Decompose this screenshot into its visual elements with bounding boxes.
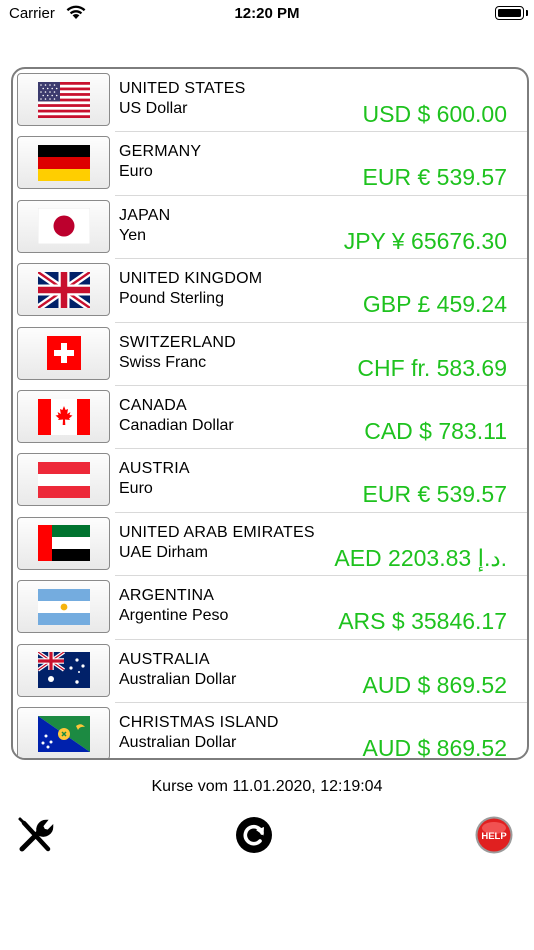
argentina-flag-icon xyxy=(37,588,90,625)
currency-name: UAE Dirham xyxy=(119,543,208,561)
currency-row-aed[interactable]: UNITED ARAB EMIRATES UAE Dirham AED 2203… xyxy=(13,513,527,577)
tools-icon[interactable] xyxy=(14,815,56,857)
country-name: UNITED KINGDOM xyxy=(119,270,263,288)
germany-flag-icon xyxy=(37,144,90,181)
uk-flag-icon xyxy=(37,271,90,308)
help-icon[interactable]: HELP xyxy=(474,815,514,855)
country-name: CHRISTMAS ISLAND xyxy=(119,714,279,731)
currency-row-eur-austria[interactable]: AUSTRIA Euro EUR € 539.57 xyxy=(13,449,527,513)
flag-button-cx[interactable] xyxy=(17,707,110,758)
country-name: AUSTRALIA xyxy=(119,650,210,668)
converted-amount[interactable]: AUD $ 869.52 xyxy=(363,672,507,699)
currency-row-eur-germany[interactable]: GERMANY Euro EUR € 539.57 xyxy=(13,132,527,196)
country-name: SWITZERLAND xyxy=(119,333,236,351)
currency-list[interactable]: UNITED STATES US Dollar USD $ 600.00 GER… xyxy=(11,67,529,760)
flag-button-ae[interactable] xyxy=(17,516,110,570)
flag-button-gb[interactable] xyxy=(17,263,110,317)
country-name: AUSTRIA xyxy=(119,460,190,478)
status-bar: Carrier 12:20 PM xyxy=(0,0,534,30)
country-name: UNITED ARAB EMIRATES xyxy=(119,523,315,541)
converted-amount[interactable]: EUR € 539.57 xyxy=(363,481,507,508)
currency-name: Argentine Peso xyxy=(119,607,229,625)
converted-amount[interactable]: CHF fr. 583.69 xyxy=(357,355,507,382)
currency-name: Australian Dollar xyxy=(119,734,237,751)
country-name: JAPAN xyxy=(119,206,171,224)
flag-button-ch[interactable] xyxy=(17,326,110,380)
converted-amount[interactable]: JPY ¥ 65676.30 xyxy=(344,228,507,255)
us-flag-icon xyxy=(37,81,90,118)
currency-row-gbp[interactable]: UNITED KINGDOM Pound Sterling GBP £ 459.… xyxy=(13,259,527,323)
country-name: UNITED STATES xyxy=(119,80,246,97)
converted-amount[interactable]: EUR € 539.57 xyxy=(363,164,507,191)
australia-flag-icon xyxy=(37,652,90,689)
currency-name: US Dollar xyxy=(119,100,188,117)
currency-row-cad[interactable]: CANADA Canadian Dollar CAD $ 783.11 xyxy=(13,386,527,450)
converted-amount[interactable]: CAD $ 783.11 xyxy=(364,418,507,445)
currency-name: Euro xyxy=(119,480,153,498)
flag-button-ar[interactable] xyxy=(17,580,110,634)
flag-button-ca[interactable] xyxy=(17,390,110,443)
converted-amount[interactable]: AED 2203.83 د.إ. xyxy=(334,545,507,572)
currency-row-ars[interactable]: ARGENTINA Argentine Peso ARS $ 35846.17 xyxy=(13,576,527,640)
currency-name: Pound Sterling xyxy=(119,290,224,308)
currency-name: Euro xyxy=(119,163,153,181)
refresh-icon[interactable] xyxy=(235,816,273,854)
converted-amount[interactable]: AUD $ 869.52 xyxy=(363,735,507,758)
rates-timestamp: Kurse vom 11.01.2020, 12:19:04 xyxy=(151,778,383,795)
currency-name: Australian Dollar xyxy=(119,670,237,688)
battery-icon xyxy=(495,6,524,20)
currency-row-aud-christmas-island[interactable]: CHRISTMAS ISLAND Australian Dollar AUD $… xyxy=(13,703,527,758)
switzerland-flag-icon xyxy=(46,336,81,371)
country-name: GERMANY xyxy=(119,143,202,161)
svg-text:HELP: HELP xyxy=(481,831,507,842)
christmas-island-flag-icon xyxy=(37,715,90,752)
country-name: ARGENTINA xyxy=(119,587,215,605)
flag-button-de[interactable] xyxy=(17,136,110,190)
canada-flag-icon xyxy=(37,398,90,435)
uae-flag-icon xyxy=(37,525,90,562)
flag-button-us[interactable] xyxy=(17,73,110,126)
flag-button-at[interactable] xyxy=(17,453,110,507)
converted-amount[interactable]: GBP £ 459.24 xyxy=(363,291,507,318)
currency-row-aud-australia[interactable]: AUSTRALIA Australian Dollar AUD $ 869.52 xyxy=(13,640,527,703)
flag-button-jp[interactable] xyxy=(17,199,110,253)
currency-row-chf[interactable]: SWITZERLAND Swiss Franc CHF fr. 583.69 xyxy=(13,323,527,386)
currency-name: Canadian Dollar xyxy=(119,417,234,434)
currency-row-jpy[interactable]: JAPAN Yen JPY ¥ 65676.30 xyxy=(13,196,527,260)
austria-flag-icon xyxy=(37,461,90,498)
currency-name: Swiss Franc xyxy=(119,353,207,371)
country-name: CANADA xyxy=(119,397,187,414)
currency-name: Yen xyxy=(119,226,146,244)
currency-row-usd[interactable]: UNITED STATES US Dollar USD $ 600.00 xyxy=(13,69,527,133)
flag-button-au[interactable] xyxy=(17,643,110,697)
clock-time: 12:20 PM xyxy=(234,5,300,22)
converted-amount[interactable]: USD $ 600.00 xyxy=(363,101,507,128)
japan-flag-icon xyxy=(37,208,90,245)
converted-amount[interactable]: ARS $ 35846.17 xyxy=(338,608,507,635)
